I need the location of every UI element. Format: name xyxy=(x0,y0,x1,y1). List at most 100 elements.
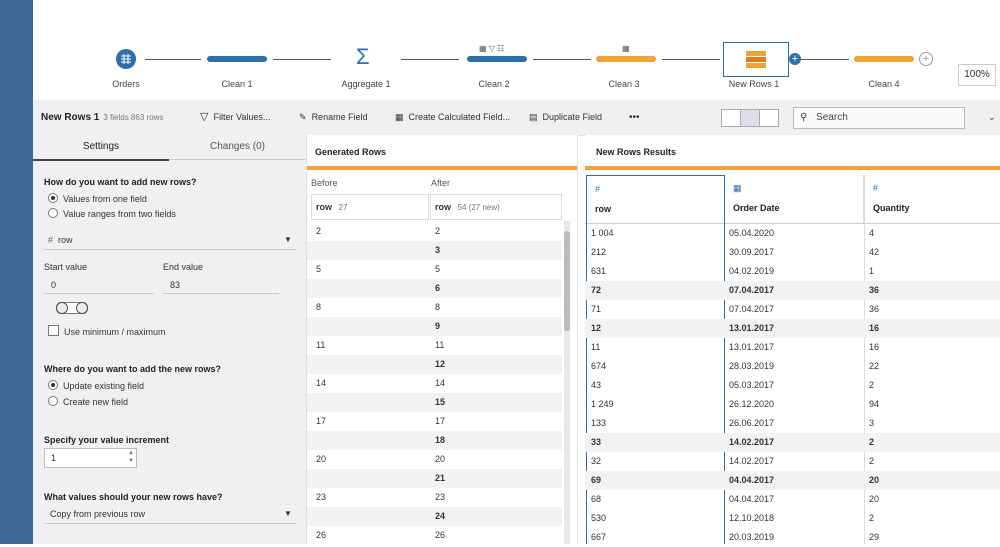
generated-row: 14 14 xyxy=(307,374,562,393)
search-icon: ⚲ xyxy=(800,112,808,123)
filter-values-label: Filter Values... xyxy=(213,112,271,122)
use-minmax-checkbox[interactable]: Use minimum / maximum xyxy=(48,325,166,337)
after-value: 8 xyxy=(435,302,441,312)
list-view-icon[interactable] xyxy=(759,109,779,127)
rename-field-button[interactable]: ✎ Rename Field xyxy=(299,100,368,135)
checkbox-icon xyxy=(48,325,59,336)
search-input[interactable]: Search xyxy=(816,112,848,123)
generated-row: 9 xyxy=(307,317,562,336)
cell-quantity: 3 xyxy=(869,418,875,428)
table-row: 1 249 26.12.2020 94 xyxy=(585,395,1000,414)
create-calculated-field-button[interactable]: ▦ Create Calculated Field... xyxy=(395,100,510,135)
slider-handle-start[interactable] xyxy=(56,302,68,314)
values-select[interactable]: Copy from previous row xyxy=(50,509,145,519)
generated-row: 17 17 xyxy=(307,412,562,431)
number-icon: # xyxy=(48,235,54,245)
duplicate-field-button[interactable]: ▤ Duplicate Field xyxy=(529,100,602,135)
cell-quantity: 94 xyxy=(869,399,880,409)
before-value: 11 xyxy=(316,340,326,350)
cell-row: 133 xyxy=(591,418,607,428)
radio-update-existing[interactable]: Update existing field xyxy=(48,380,144,391)
cell-row: 68 xyxy=(591,494,602,504)
generated-row: 11 11 xyxy=(307,336,562,355)
cell-row: 631 xyxy=(591,266,607,276)
flow-node-clean-2[interactable] xyxy=(467,56,527,62)
dropdown-arrow-icon[interactable]: ▼ xyxy=(284,509,292,518)
before-value: 8 xyxy=(316,302,322,312)
cell-row: 530 xyxy=(591,513,607,523)
profile-view-icon[interactable] xyxy=(721,109,741,127)
flow-node-orders[interactable] xyxy=(115,48,137,70)
before-column-header[interactable]: row 27 xyxy=(311,194,429,220)
flow-connector xyxy=(662,59,720,60)
after-column-header[interactable]: row 54 (27 new) xyxy=(430,194,562,220)
dropdown-arrow-icon[interactable]: ▼ xyxy=(284,235,292,244)
column-name: row xyxy=(316,202,333,212)
flow-node-clean-3[interactable] xyxy=(596,56,656,62)
increment-value[interactable]: 1 xyxy=(51,449,56,467)
table-row: 1 004 05.04.2020 4 xyxy=(585,224,1000,243)
table-row: 72 07.04.2017 36 xyxy=(585,281,1000,300)
scrollbar-thumb[interactable] xyxy=(564,231,570,331)
question-increment: Specify your value increment xyxy=(44,435,170,445)
number-type-icon: # xyxy=(873,183,879,193)
start-value-input[interactable]: 0 xyxy=(51,280,56,290)
chevron-down-icon[interactable]: ⌄ xyxy=(988,100,996,135)
tab-settings[interactable]: Settings xyxy=(33,135,169,161)
radio-label: Values from one field xyxy=(63,194,147,204)
zoom-level[interactable]: 100% xyxy=(958,64,996,86)
flow-connector xyxy=(533,59,591,60)
generated-row: 26 26 xyxy=(307,526,562,545)
stepper-arrows-icon[interactable]: ▲ ▼ xyxy=(128,449,134,465)
table-row: 69 04.04.2017 20 xyxy=(585,471,1000,490)
flow-node-clean-4[interactable] xyxy=(854,56,914,62)
radio-value-ranges-two-fields[interactable]: Value ranges from two fields xyxy=(48,208,176,219)
range-slider[interactable] xyxy=(56,302,88,314)
cell-quantity: 2 xyxy=(869,437,875,447)
search-field-box[interactable]: ⚲ Search xyxy=(793,107,965,129)
before-value: 2 xyxy=(316,226,322,236)
start-value-label: Start value xyxy=(44,262,88,272)
column-header-quantity[interactable]: # Quantity xyxy=(866,175,1000,223)
flow-connector xyxy=(801,59,849,60)
radio-create-new[interactable]: Create new field xyxy=(48,396,128,407)
rename-field-label: Rename Field xyxy=(311,112,368,122)
filter-values-button[interactable]: ▽ Filter Values... xyxy=(200,100,270,135)
cell-row: 667 xyxy=(591,532,607,542)
cell-order-date: 04.02.2019 xyxy=(729,266,775,276)
increment-stepper[interactable]: 1 ▲ ▼ xyxy=(44,448,137,468)
step-stats: 3 fields 863 rows xyxy=(103,113,164,122)
scrollbar-track[interactable] xyxy=(564,221,570,544)
slider-handle-end[interactable] xyxy=(76,302,88,314)
flow-node-label: Aggregate 1 xyxy=(341,79,391,89)
question-where-add: Where do you want to add the new rows? xyxy=(44,364,222,374)
cell-order-date: 14.02.2017 xyxy=(729,456,775,466)
cell-order-date: 28.03.2019 xyxy=(729,361,775,371)
step-toolbar: New Rows 13 fields 863 rows ▽ Filter Val… xyxy=(33,100,1000,136)
cell-quantity: 16 xyxy=(869,342,880,352)
flow-node-clean-1[interactable] xyxy=(207,56,267,62)
radio-values-one-field[interactable]: Values from one field xyxy=(48,193,147,204)
data-grid-view-icon[interactable] xyxy=(740,109,760,127)
after-value: 23 xyxy=(435,492,446,502)
input-table-icon xyxy=(116,49,136,69)
cell-quantity: 4 xyxy=(869,228,875,238)
cell-row: 71 xyxy=(591,304,602,314)
more-options-button[interactable]: ••• xyxy=(629,100,640,135)
flow-node-new-rows-1[interactable] xyxy=(723,42,789,77)
column-header-order-date[interactable]: ▦ Order Date xyxy=(726,175,864,223)
add-step-plus-outline-icon[interactable]: + xyxy=(919,52,933,66)
panel-accent-line xyxy=(307,166,577,170)
tab-changes[interactable]: Changes (0) xyxy=(169,135,306,160)
cell-row: 674 xyxy=(591,361,607,371)
aggregate-sigma-icon[interactable]: Σ xyxy=(356,44,370,70)
end-value-input[interactable]: 83 xyxy=(170,280,180,290)
cell-row: 72 xyxy=(591,285,602,295)
checkbox-label: Use minimum / maximum xyxy=(64,327,166,337)
pencil-icon: ✎ xyxy=(299,112,307,122)
field-select[interactable]: # row xyxy=(48,235,73,245)
add-step-plus-icon[interactable]: + xyxy=(789,53,801,65)
column-header-row[interactable]: # row xyxy=(586,175,725,224)
field-select-value: row xyxy=(58,235,73,245)
new-rows-icon xyxy=(746,51,766,68)
